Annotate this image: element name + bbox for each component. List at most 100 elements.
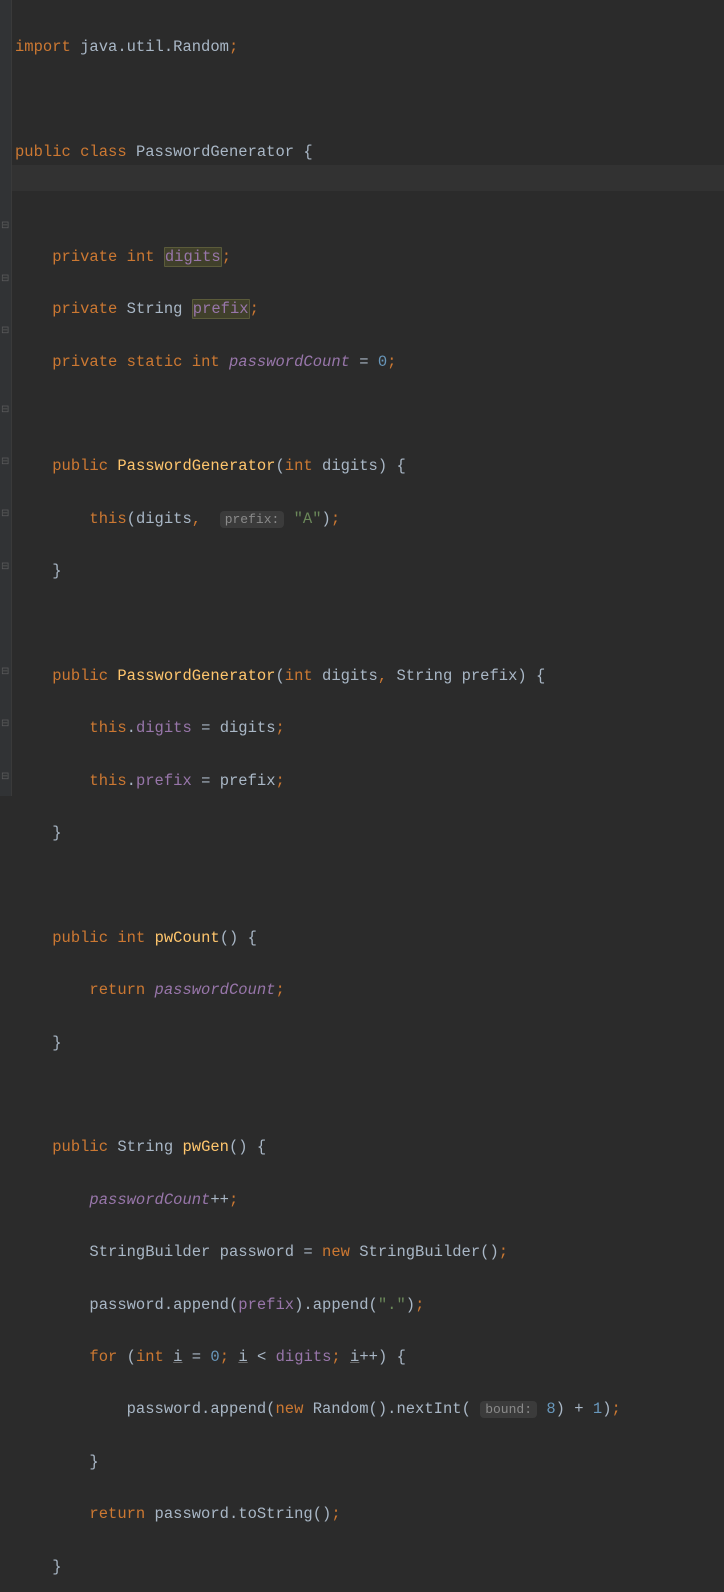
call-toString: toString xyxy=(238,1505,312,1523)
method-pwCount: pwCount xyxy=(155,929,220,947)
keyword-static: static xyxy=(127,353,183,371)
equals: = xyxy=(192,1348,201,1366)
keyword-import: import xyxy=(15,38,71,56)
field-digits: digits xyxy=(276,1348,332,1366)
param-digits: digits xyxy=(322,457,378,475)
rparen: ) xyxy=(378,1348,387,1366)
rparen: ) xyxy=(602,1400,611,1418)
param-prefix: prefix xyxy=(462,667,518,685)
rbrace: } xyxy=(52,562,61,580)
number-zero: 0 xyxy=(378,353,387,371)
field-passwordCount: passwordCount xyxy=(155,981,276,999)
lparen: ( xyxy=(369,1296,378,1314)
number-1: 1 xyxy=(593,1400,602,1418)
lbrace: { xyxy=(257,1138,266,1156)
field-passwordCount: passwordCount xyxy=(229,353,350,371)
keyword-return: return xyxy=(89,981,145,999)
comma: , xyxy=(378,667,387,685)
fold-marker-icon: ⊟ xyxy=(1,275,9,285)
keyword-int: int xyxy=(192,353,220,371)
field-prefix: prefix xyxy=(136,772,192,790)
lparen: ( xyxy=(275,667,284,685)
keyword-public: public xyxy=(15,143,71,161)
dot: . xyxy=(127,719,136,737)
fold-marker-icon: ⊟ xyxy=(1,458,9,468)
field-passwordCount: passwordCount xyxy=(89,1191,210,1209)
dot: . xyxy=(229,1505,238,1523)
arg-digits: digits xyxy=(220,719,276,737)
lparen: ( xyxy=(275,457,284,475)
type-string: String xyxy=(396,667,452,685)
rparen: ) xyxy=(294,1296,303,1314)
import-path: java.util.Random xyxy=(80,38,229,56)
comma: , xyxy=(192,510,201,528)
semicolon: ; xyxy=(612,1400,621,1418)
inlay-hint-prefix: prefix: xyxy=(220,511,285,528)
equals: = xyxy=(303,1243,312,1261)
keyword-public: public xyxy=(52,1138,108,1156)
semicolon: ; xyxy=(331,1348,340,1366)
keyword-private: private xyxy=(52,353,117,371)
fold-marker-icon: ⊟ xyxy=(1,773,9,783)
rbrace: } xyxy=(89,1453,98,1471)
field-digits: digits xyxy=(136,719,192,737)
type-stringbuilder: StringBuilder xyxy=(89,1243,210,1261)
keyword-public: public xyxy=(52,457,108,475)
dot: . xyxy=(387,1400,396,1418)
lbrace: { xyxy=(248,929,257,947)
equals: = xyxy=(359,353,368,371)
field-prefix: prefix xyxy=(238,1296,294,1314)
lparen: ( xyxy=(220,929,229,947)
number-zero: 0 xyxy=(210,1348,219,1366)
field-prefix: prefix xyxy=(192,299,250,319)
code-editor[interactable]: ⊟ ⊟ ⊟ ⊟ ⊟ ⊟ ⊟ ⊟ ⊟ ⊟ import java.util.Ran… xyxy=(0,0,724,796)
lparen: ( xyxy=(229,1138,238,1156)
var-password: password xyxy=(155,1505,229,1523)
equals: = xyxy=(201,772,210,790)
type-string: String xyxy=(127,300,183,318)
keyword-return: return xyxy=(89,1505,145,1523)
fold-marker-icon: ⊟ xyxy=(1,720,9,730)
lparen: ( xyxy=(229,1296,238,1314)
var-i: i xyxy=(350,1348,359,1366)
var-i: i xyxy=(238,1348,247,1366)
method-pwGen: pwGen xyxy=(182,1138,229,1156)
lt: < xyxy=(257,1348,266,1366)
plus: + xyxy=(574,1400,583,1418)
fold-marker-icon: ⊟ xyxy=(1,406,9,416)
param-digits: digits xyxy=(322,667,378,685)
code-content[interactable]: import java.util.Random; public class Pa… xyxy=(15,8,621,1592)
rparen: ) xyxy=(517,667,526,685)
fold-marker-icon: ⊟ xyxy=(1,668,9,678)
constructor-name: PasswordGenerator xyxy=(117,457,275,475)
call-append: append xyxy=(313,1296,369,1314)
semicolon: ; xyxy=(229,1191,238,1209)
type-string: String xyxy=(117,1138,173,1156)
keyword-class: class xyxy=(80,143,127,161)
semicolon: ; xyxy=(222,248,231,266)
rparen: ) xyxy=(238,1138,247,1156)
keyword-public: public xyxy=(52,667,108,685)
string-dot: "." xyxy=(378,1296,406,1314)
type-random: Random xyxy=(313,1400,369,1418)
keyword-this: this xyxy=(89,772,126,790)
arg-digits: digits xyxy=(136,510,192,528)
equals: = xyxy=(201,719,210,737)
semicolon: ; xyxy=(275,981,284,999)
lparen: ( xyxy=(313,1505,322,1523)
call-nextInt: nextInt xyxy=(396,1400,461,1418)
keyword-int: int xyxy=(136,1348,164,1366)
editor-gutter: ⊟ ⊟ ⊟ ⊟ ⊟ ⊟ ⊟ ⊟ ⊟ ⊟ xyxy=(0,0,12,796)
keyword-private: private xyxy=(52,248,117,266)
semicolon: ; xyxy=(276,719,285,737)
dot: . xyxy=(164,1296,173,1314)
semicolon: ; xyxy=(415,1296,424,1314)
rbrace: } xyxy=(52,824,61,842)
semicolon: ; xyxy=(250,300,259,318)
keyword-int: int xyxy=(285,667,313,685)
call-append: append xyxy=(210,1400,266,1418)
type-stringbuilder: StringBuilder xyxy=(359,1243,480,1261)
keyword-this: this xyxy=(89,719,126,737)
semicolon: ; xyxy=(229,38,238,56)
dot: . xyxy=(201,1400,210,1418)
